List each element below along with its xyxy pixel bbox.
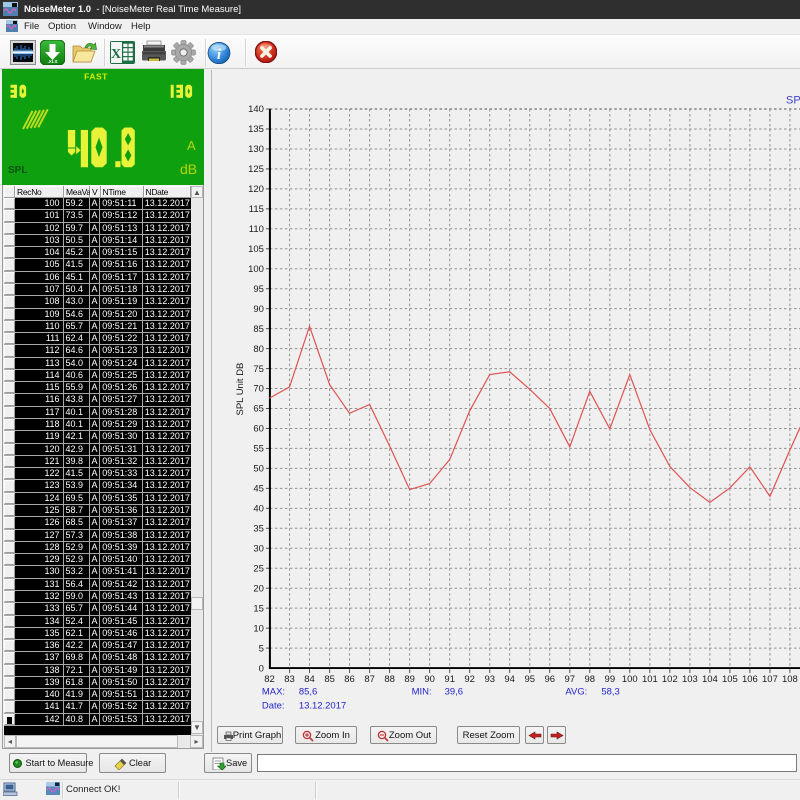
svg-text:99: 99 xyxy=(605,674,616,685)
svg-text:MIN:: MIN: xyxy=(412,687,432,698)
svg-text:120: 120 xyxy=(248,184,264,195)
svg-text:70: 70 xyxy=(253,384,264,395)
svg-text:dB: dB xyxy=(180,161,197,177)
svg-text:0: 0 xyxy=(259,663,264,674)
svg-text:30: 30 xyxy=(253,543,264,554)
svg-text:X: X xyxy=(111,47,121,62)
svg-text:125: 125 xyxy=(248,164,264,175)
svg-text:85: 85 xyxy=(253,324,264,335)
svg-text:110: 110 xyxy=(249,224,264,235)
svg-text:45: 45 xyxy=(253,484,264,495)
svg-text:85,6: 85,6 xyxy=(299,687,317,698)
svg-text:AVG:: AVG: xyxy=(565,687,587,698)
svg-text:101: 101 xyxy=(642,674,658,685)
svg-text:SPL: SPL xyxy=(8,165,27,176)
svg-text:94: 94 xyxy=(504,674,515,685)
svg-text:13.12.2017: 13.12.2017 xyxy=(299,700,346,711)
svg-text:107: 107 xyxy=(762,674,778,685)
svg-text:88: 88 xyxy=(384,674,395,685)
svg-text:SPL: SPL xyxy=(786,95,800,107)
svg-text:15: 15 xyxy=(253,603,264,614)
svg-text:90: 90 xyxy=(253,304,264,315)
svg-text:90: 90 xyxy=(424,674,435,685)
svg-text:85: 85 xyxy=(324,674,335,685)
svg-text:103: 103 xyxy=(682,674,698,685)
svg-text:60: 60 xyxy=(253,424,264,435)
svg-text:55: 55 xyxy=(253,444,264,455)
svg-text:89: 89 xyxy=(404,674,415,685)
svg-text:20: 20 xyxy=(253,583,264,594)
svg-text:95: 95 xyxy=(524,674,535,685)
svg-text:92: 92 xyxy=(464,674,475,685)
svg-text:104: 104 xyxy=(702,674,718,685)
svg-text:140: 140 xyxy=(248,104,264,115)
svg-text:83: 83 xyxy=(284,674,295,685)
svg-text:98: 98 xyxy=(584,674,595,685)
svg-text:91: 91 xyxy=(444,674,455,685)
svg-text:105: 105 xyxy=(248,244,264,255)
svg-text:FAST: FAST xyxy=(84,72,108,82)
svg-text:102: 102 xyxy=(662,674,678,685)
svg-text:SPL Unit DB: SPL Unit DB xyxy=(235,363,246,416)
svg-text:50: 50 xyxy=(253,464,264,475)
svg-text:40: 40 xyxy=(253,504,264,515)
svg-text:95: 95 xyxy=(253,284,264,295)
svg-text:97: 97 xyxy=(565,674,576,685)
svg-text:106: 106 xyxy=(742,674,758,685)
svg-text:39,6: 39,6 xyxy=(445,687,463,698)
svg-text:80: 80 xyxy=(253,344,264,355)
svg-text:A: A xyxy=(187,138,196,153)
svg-text:115: 115 xyxy=(249,204,264,215)
svg-text:93: 93 xyxy=(484,674,495,685)
svg-text:5: 5 xyxy=(259,643,264,654)
svg-text:82: 82 xyxy=(264,674,275,685)
svg-text:MAX:: MAX: xyxy=(262,687,285,698)
svg-text:135: 135 xyxy=(248,124,264,135)
svg-text:10: 10 xyxy=(253,623,264,634)
svg-text:25: 25 xyxy=(253,563,264,574)
svg-text:84: 84 xyxy=(304,674,315,685)
svg-text:100: 100 xyxy=(248,264,264,275)
svg-text:58,3: 58,3 xyxy=(601,687,619,698)
svg-text:Date:: Date: xyxy=(262,700,285,711)
svg-text:130: 130 xyxy=(248,144,264,155)
svg-text:87: 87 xyxy=(364,674,375,685)
svg-text:96: 96 xyxy=(544,674,555,685)
svg-text:100: 100 xyxy=(622,674,638,685)
svg-text:75: 75 xyxy=(253,364,264,375)
svg-text:108: 108 xyxy=(782,674,798,685)
svg-text:.XLS: .XLS xyxy=(47,59,57,64)
svg-text:105: 105 xyxy=(722,674,738,685)
svg-text:35: 35 xyxy=(253,523,264,534)
svg-text:65: 65 xyxy=(253,404,264,415)
svg-text:86: 86 xyxy=(344,674,355,685)
